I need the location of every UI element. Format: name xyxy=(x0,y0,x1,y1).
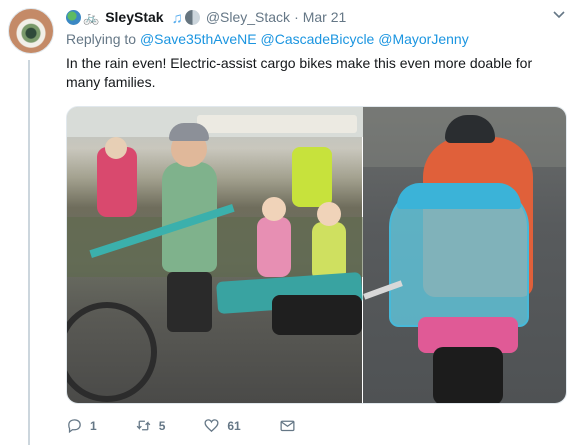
mention-link[interactable]: @Save35thAveNE xyxy=(140,31,257,47)
music-notes-icon: ♫ xyxy=(171,9,183,27)
timestamp[interactable]: Mar 21 xyxy=(303,9,347,25)
retweet-count: 5 xyxy=(158,418,166,433)
user-handle[interactable]: @Sley_Stack xyxy=(206,9,290,25)
photo-child-under-canopy[interactable] xyxy=(363,107,566,403)
heart-icon xyxy=(204,419,219,433)
mention-link[interactable]: @MayorJenny xyxy=(378,31,468,47)
reply-button[interactable]: 1 xyxy=(66,417,97,434)
thread-connector-line xyxy=(28,60,30,445)
tweet-header: 🚲 SleyStak ♫ @Sley_Stack · Mar 21 xyxy=(66,7,566,27)
bicycle-icon: 🚲 xyxy=(83,9,100,25)
tweet-media[interactable] xyxy=(66,106,567,404)
replying-to-line: Replying to @Save35thAveNE @CascadeBicyc… xyxy=(66,31,469,47)
retweet-button[interactable]: 5 xyxy=(135,417,166,434)
like-button[interactable]: 61 xyxy=(203,417,241,434)
separator-dot: · xyxy=(294,9,299,25)
globe-icon xyxy=(66,9,81,25)
direct-message-button[interactable] xyxy=(279,417,303,434)
tweet-actions: 1 5 61 xyxy=(66,417,341,434)
like-count: 61 xyxy=(227,418,241,433)
avatar[interactable] xyxy=(8,8,54,54)
reply-count: 1 xyxy=(90,418,97,433)
moon-icon xyxy=(184,9,200,25)
photo-family-cargo-bike[interactable] xyxy=(67,107,364,403)
replying-to-label: Replying to xyxy=(66,31,137,47)
mention-link[interactable]: @CascadeBicycle xyxy=(261,31,375,47)
display-name[interactable]: SleyStak xyxy=(105,9,163,25)
envelope-icon xyxy=(280,420,295,432)
reply-icon xyxy=(68,419,81,434)
retweet-icon xyxy=(136,420,151,431)
chevron-down-icon[interactable] xyxy=(552,7,566,26)
tweet-text: In the rain even! Electric-assist cargo … xyxy=(66,55,533,90)
